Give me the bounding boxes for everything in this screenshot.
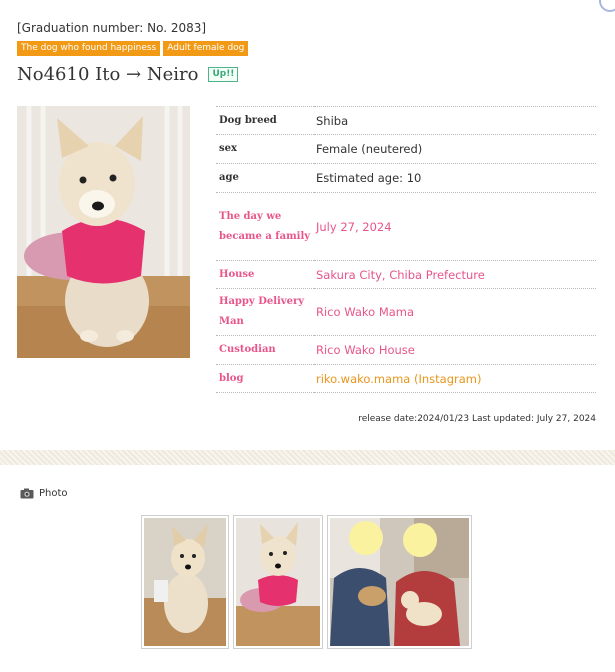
detail-row-house: House Sakura City, Chiba Prefecture [216, 260, 596, 289]
badge-group: The dog who found happiness Adult female… [17, 41, 249, 56]
detail-row-custodian: Custodian Rico Wako House [216, 335, 596, 365]
detail-label: blog [216, 364, 314, 393]
detail-value: Sakura City, Chiba Prefecture [314, 260, 596, 289]
photo-1-illustration [144, 518, 226, 646]
blog-link[interactable]: riko.wako.mama (Instagram) [314, 364, 596, 393]
detail-row-blog: blog riko.wako.mama (Instagram) [216, 364, 596, 393]
photo-gallery [141, 515, 472, 649]
detail-row-breed: Dog breed Shiba [216, 106, 596, 135]
page-title-text: No4610 Ito → Neiro [17, 64, 199, 85]
detail-row-delivery: Happy Delivery Man Rico Wako Mama [216, 288, 596, 336]
photo-2-illustration [236, 518, 320, 646]
detail-label: sex [216, 134, 314, 164]
detail-value: July 27, 2024 [314, 192, 596, 261]
gallery-photo-3[interactable] [327, 515, 472, 649]
dog-photo-illustration [17, 106, 190, 358]
main-dog-photo [17, 106, 190, 358]
detail-label: Happy Delivery Man [216, 288, 314, 336]
photo-section-label: Photo [39, 488, 68, 499]
photo-3-illustration [330, 518, 469, 646]
gallery-photo-1[interactable] [141, 515, 229, 649]
badge-found-happiness: The dog who found happiness [17, 41, 161, 56]
camera-icon [20, 488, 34, 499]
page-title: No4610 Ito → Neiro Up!! [17, 64, 239, 85]
detail-label: age [216, 163, 314, 193]
section-divider [0, 450, 615, 465]
graduation-number: [Graduation number: No. 2083] [17, 21, 207, 35]
up-tag: Up!! [208, 67, 239, 82]
badge-adult-female: Adult female dog [163, 41, 249, 56]
dog-details-table: Dog breed Shiba sex Female (neutered) ag… [216, 106, 596, 393]
detail-row-sex: sex Female (neutered) [216, 134, 596, 164]
detail-row-family-day: The day we became a family July 27, 2024 [216, 192, 596, 261]
detail-row-age: age Estimated age: 10 [216, 163, 596, 193]
detail-label: Dog breed [216, 106, 314, 135]
detail-value: Rico Wako House [314, 335, 596, 365]
corner-ring-icon [599, 0, 615, 12]
detail-label: House [216, 260, 314, 289]
gallery-photo-2[interactable] [233, 515, 323, 649]
detail-value: Female (neutered) [314, 134, 596, 164]
photo-section-header: Photo [20, 488, 68, 499]
release-info: release date:2024/01/23 Last updated: Ju… [358, 414, 596, 424]
detail-label: The day we became a family [216, 192, 314, 261]
detail-value: Shiba [314, 106, 596, 135]
detail-value: Rico Wako Mama [314, 288, 596, 336]
detail-label: Custodian [216, 335, 314, 365]
detail-value: Estimated age: 10 [314, 163, 596, 193]
